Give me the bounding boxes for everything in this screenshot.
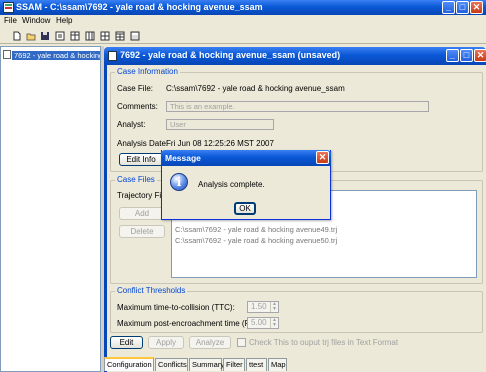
edit-button[interactable]: Edit [110, 336, 143, 349]
list-item[interactable]: C:\ssam\7692 - yale road & hocking avenu… [175, 236, 337, 245]
minimize-button[interactable]: _ [442, 1, 455, 14]
grid-icon[interactable] [100, 31, 110, 41]
apply-button[interactable]: Apply [148, 336, 184, 349]
tab-summary[interactable]: Summary [189, 358, 224, 371]
spinner-arrows-icon[interactable]: ▲ ▼ [270, 302, 278, 312]
tab-conflicts[interactable]: Conflicts [155, 358, 188, 371]
pet-label: Maximum post-encroachment time (PET): [117, 319, 266, 328]
frame-close-button[interactable]: ✕ [474, 49, 486, 62]
calculator-icon[interactable] [130, 31, 140, 41]
case-files-title: Case Files [115, 175, 157, 184]
internal-frame-title-bar: 7692 - yale road & hocking avenue_ssam (… [104, 47, 486, 65]
dialog-close-button[interactable]: ✕ [316, 151, 329, 164]
menu-file[interactable]: File [4, 16, 17, 25]
document-icon[interactable] [55, 31, 65, 41]
analysis-date-label: Analysis Date: [117, 139, 169, 148]
case-file-label: Case File: [117, 84, 154, 93]
document-icon [108, 51, 117, 61]
add-button[interactable]: Add [119, 207, 165, 220]
analysis-date-value: Fri Jun 08 12:25:26 MST 2007 [166, 139, 274, 148]
case-file-value: C:\ssam\7692 - yale road & hocking avenu… [166, 84, 345, 93]
frame-minimize-button[interactable]: _ [446, 49, 459, 62]
text-format-checkbox[interactable] [237, 338, 246, 347]
maximize-button[interactable]: □ [456, 1, 469, 14]
ttc-label: Maximum time-to-collision (TTC): [117, 303, 235, 312]
open-folder-icon[interactable] [26, 31, 36, 41]
app-title-bar: SSAM - C:\ssam\7692 - yale road & hockin… [0, 0, 486, 15]
conflict-thresholds-title: Conflict Thresholds [115, 286, 188, 295]
internal-frame-title: 7692 - yale road & hocking avenue_ssam (… [120, 50, 341, 60]
menu-help[interactable]: Help [56, 16, 72, 25]
project-tree: 7692 - yale road & hocking [0, 46, 101, 372]
new-file-icon[interactable] [12, 31, 22, 41]
ttc-spinner[interactable]: 1.50 ▲ ▼ [247, 301, 279, 313]
pet-spinner[interactable]: 5.00 ▲ ▼ [247, 317, 279, 329]
menu-window[interactable]: Window [22, 16, 50, 25]
tab-filter[interactable]: Filter [223, 358, 245, 371]
tab-map[interactable]: Map [268, 358, 287, 371]
info-icon: i [170, 173, 188, 191]
analyst-field[interactable]: User [166, 119, 274, 130]
menu-bar: File Window Help [0, 15, 486, 28]
ok-button[interactable]: OK [234, 202, 256, 215]
conflict-thresholds-group: Conflict Thresholds Maximum time-to-coll… [110, 286, 483, 333]
edit-info-button[interactable]: Edit Info [119, 153, 163, 166]
save-icon[interactable] [40, 31, 50, 41]
dialog-message: Analysis complete. [198, 180, 265, 189]
case-information-title: Case Information [115, 67, 180, 76]
table-icon[interactable] [70, 31, 80, 41]
comments-label: Comments: [117, 102, 158, 111]
tree-item-project[interactable]: 7692 - yale road & hocking [3, 50, 100, 61]
delete-button[interactable]: Delete [119, 225, 165, 238]
text-format-label: Check This to ouput trj files in Text Fo… [249, 338, 399, 347]
toolbar [0, 28, 486, 44]
app-icon [3, 2, 14, 13]
frame-maximize-button[interactable]: □ [460, 49, 473, 62]
dialog-title: Message [165, 153, 201, 163]
tab-configuration[interactable]: Configuration [104, 357, 154, 371]
document-icon [3, 50, 11, 59]
columns-icon[interactable] [85, 31, 95, 41]
dialog-title-bar: Message ✕ [161, 150, 331, 166]
spinner-arrows-icon[interactable]: ▲ ▼ [270, 318, 278, 328]
analyze-button[interactable]: Analyze [189, 336, 231, 349]
tab-ttest[interactable]: ttest [246, 358, 267, 371]
app-title: SSAM - C:\ssam\7692 - yale road & hockin… [16, 2, 263, 12]
layout-icon[interactable] [115, 31, 125, 41]
list-item[interactable]: C:\ssam\7692 - yale road & hocking avenu… [175, 225, 337, 234]
close-button[interactable]: ✕ [470, 1, 483, 14]
analyst-label: Analyst: [117, 120, 146, 129]
comments-field[interactable]: This is an example. [166, 101, 429, 112]
